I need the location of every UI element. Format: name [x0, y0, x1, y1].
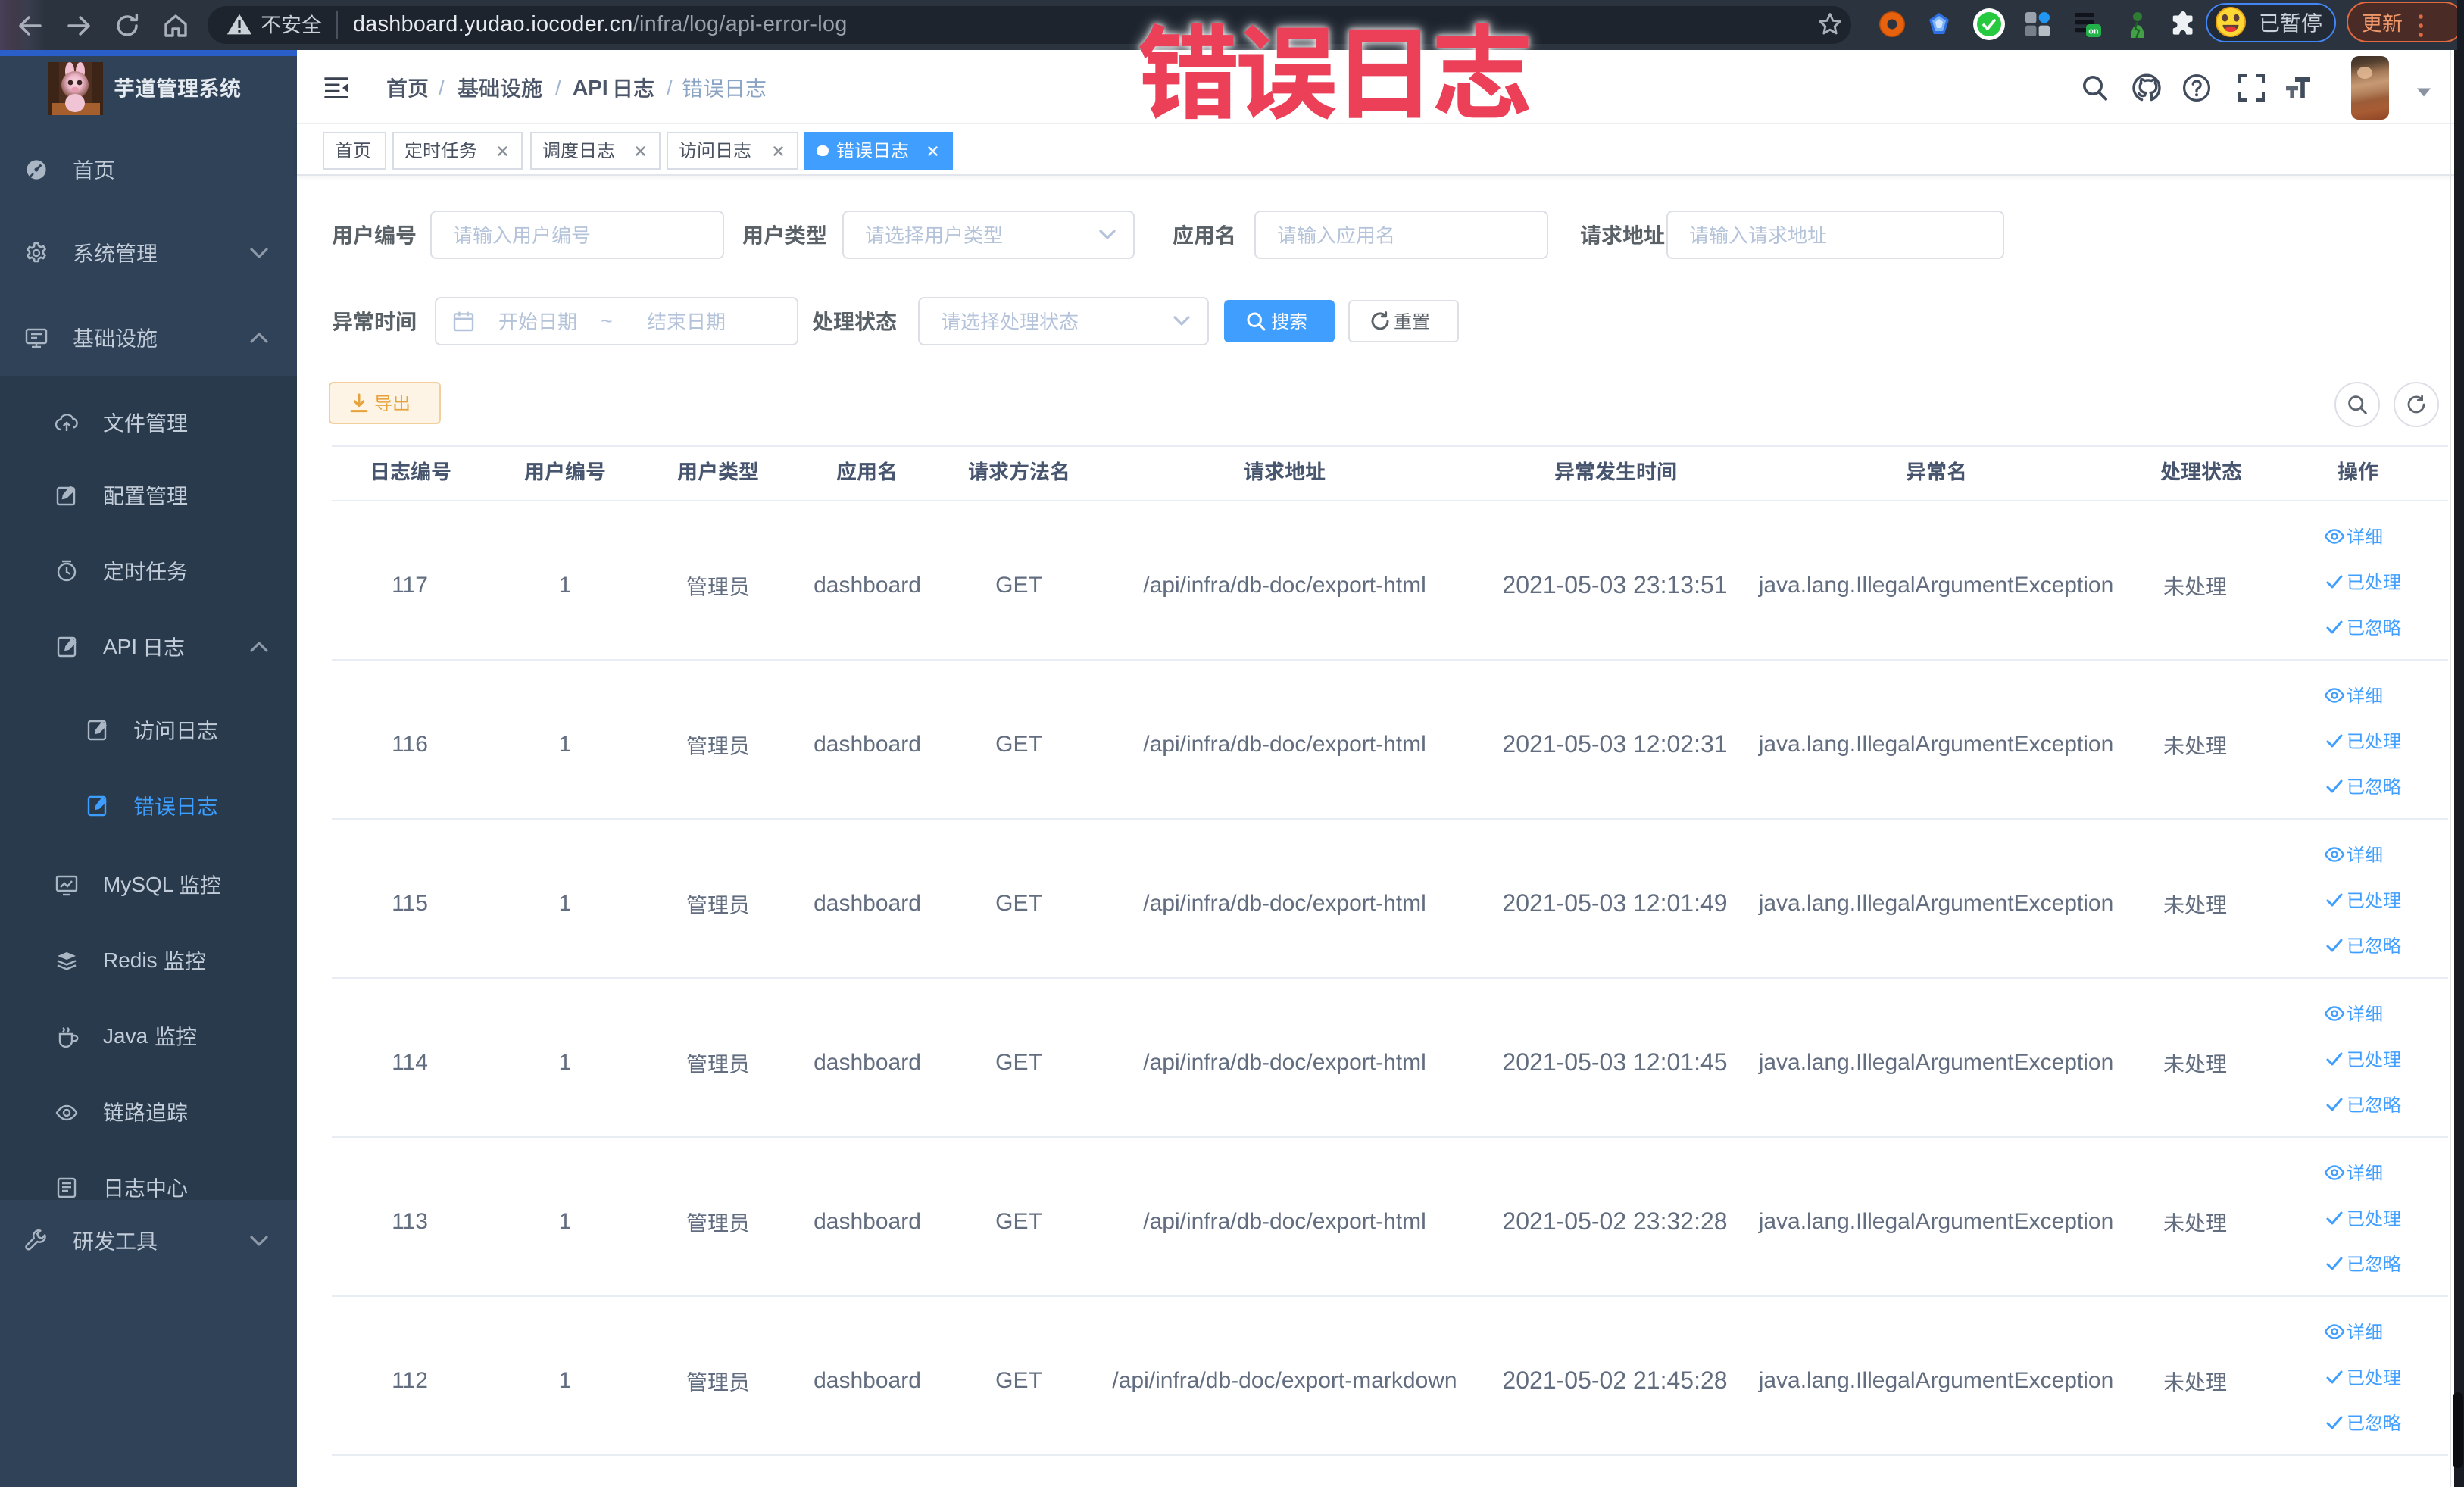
- svg-text:on: on: [2088, 27, 2098, 36]
